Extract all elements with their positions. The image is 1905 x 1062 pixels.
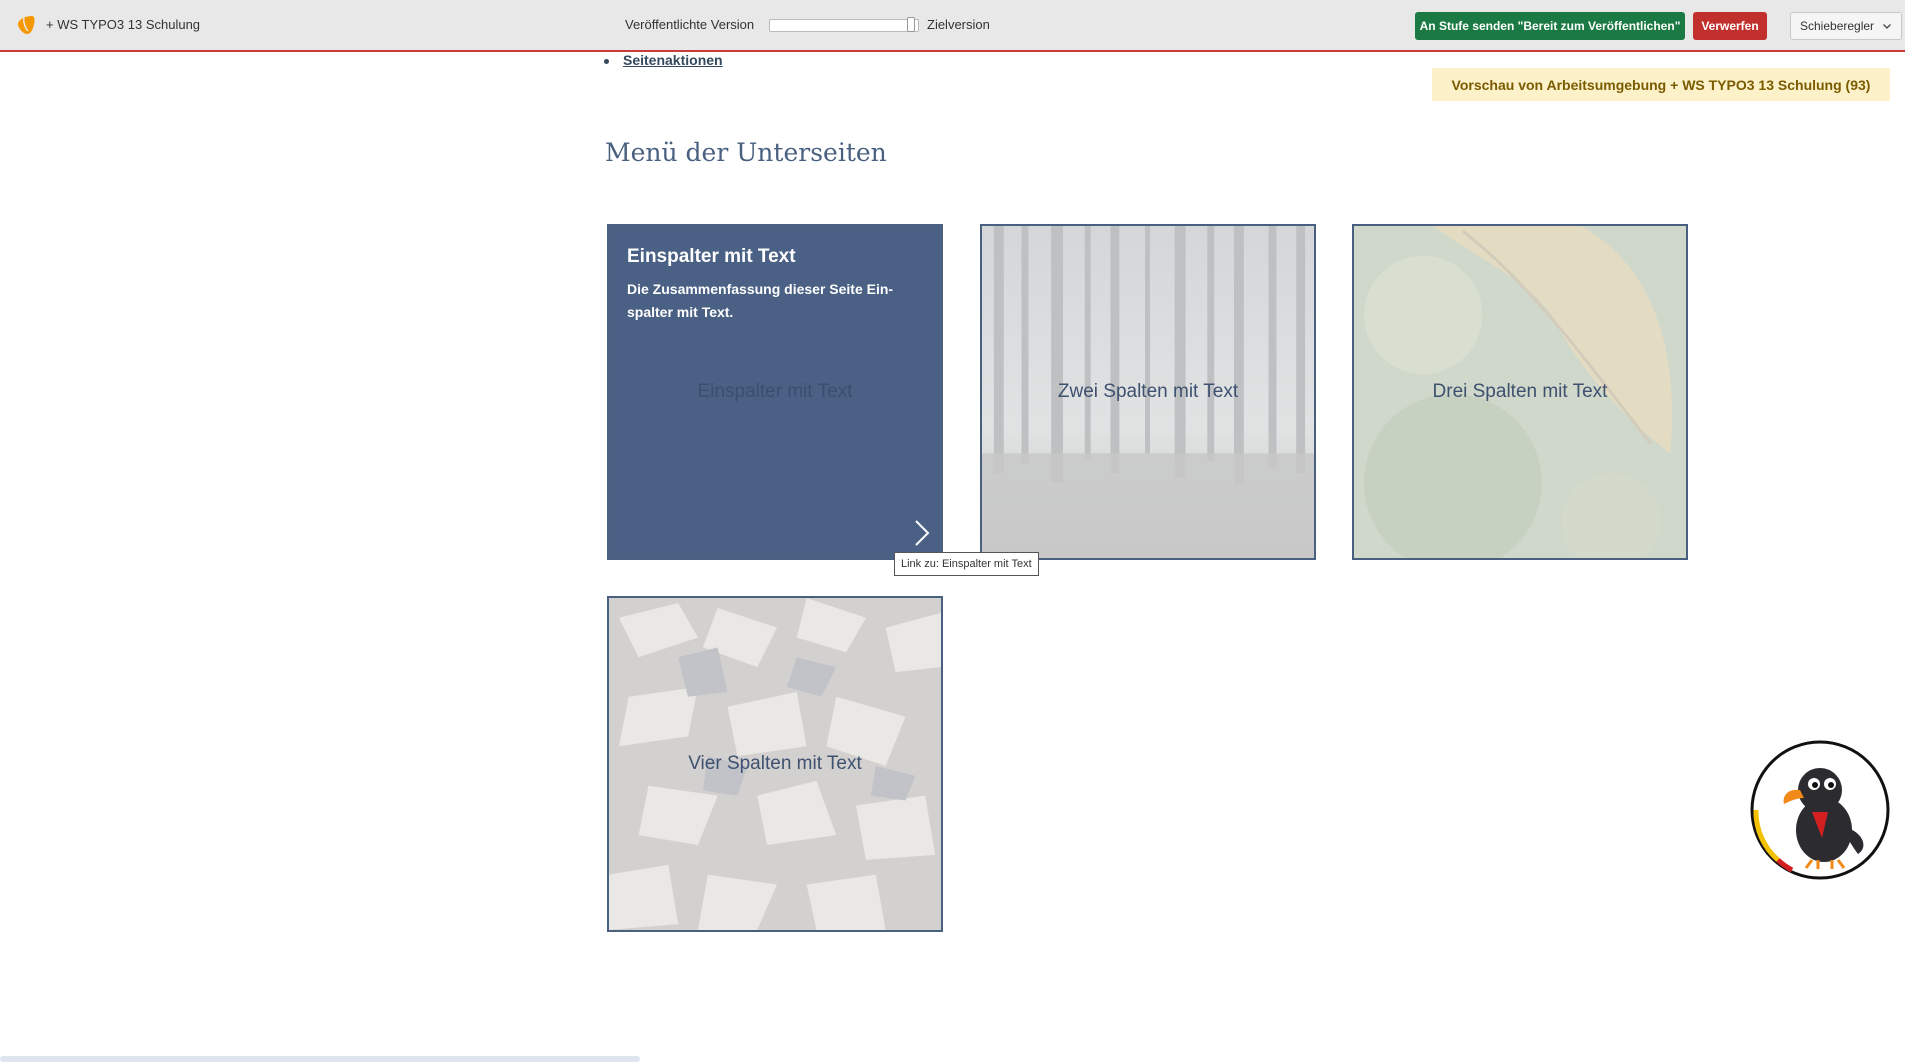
card-hover-text: Die Zusammenfassung dieser Seite Ein-spa… <box>627 281 894 320</box>
version-slider[interactable] <box>769 17 919 32</box>
raven-mascot-icon[interactable] <box>1748 738 1892 882</box>
card-hover-title: Einspalter mit Text <box>627 246 796 267</box>
card-label: Vier Spalten mit Text <box>688 753 862 774</box>
subpage-card-zwei-spalten[interactable]: Zwei Spalten mit Text <box>980 224 1316 560</box>
scroll-indicator <box>0 1056 640 1062</box>
subpage-card-vier-spalten[interactable]: Vier Spalten mit Text <box>607 596 943 932</box>
target-version-label: Zielversion <box>927 17 990 32</box>
view-mode-select[interactable]: Schieberegler <box>1790 12 1902 40</box>
card-label: Drei Spalten mit Text <box>1432 381 1608 402</box>
bullet-dot <box>604 59 609 64</box>
card-label: Einspalter mit Text <box>697 381 853 402</box>
page-actions-link[interactable]: Seitenaktionen <box>623 52 723 68</box>
link-tooltip: Link zu: Einspalter mit Text <box>894 552 1039 576</box>
section-title: Menü der Unterseiten <box>605 138 887 167</box>
card-label: Zwei Spalten mit Text <box>1057 381 1239 402</box>
workspace-preview-badge: Vorschau von Arbeitsumgebung + WS TYPO3 … <box>1432 68 1890 101</box>
typo3-logo-icon[interactable] <box>14 13 38 37</box>
chevron-down-icon <box>1883 24 1891 29</box>
discard-button[interactable]: Verwerfen <box>1693 12 1767 40</box>
subpage-card-drei-spalten[interactable]: Drei Spalten mit Text <box>1352 224 1688 560</box>
published-version-label: Veröffentlichte Version <box>625 17 755 32</box>
chevron-right-icon[interactable] <box>913 518 931 548</box>
workspace-toolbar: + WS TYPO3 13 Schulung Veröffentlichte V… <box>0 0 1905 52</box>
site-name: + WS TYPO3 13 Schulung <box>46 17 201 32</box>
send-to-stage-button[interactable]: An Stufe senden "Bereit zum Veröffentlic… <box>1415 12 1685 40</box>
version-slider-handle[interactable] <box>907 17 915 32</box>
subpage-card-einspalter[interactable]: Einspalter mit Text Einspalter mit Text … <box>607 224 943 560</box>
view-mode-value: Schieberegler <box>1800 19 1875 33</box>
